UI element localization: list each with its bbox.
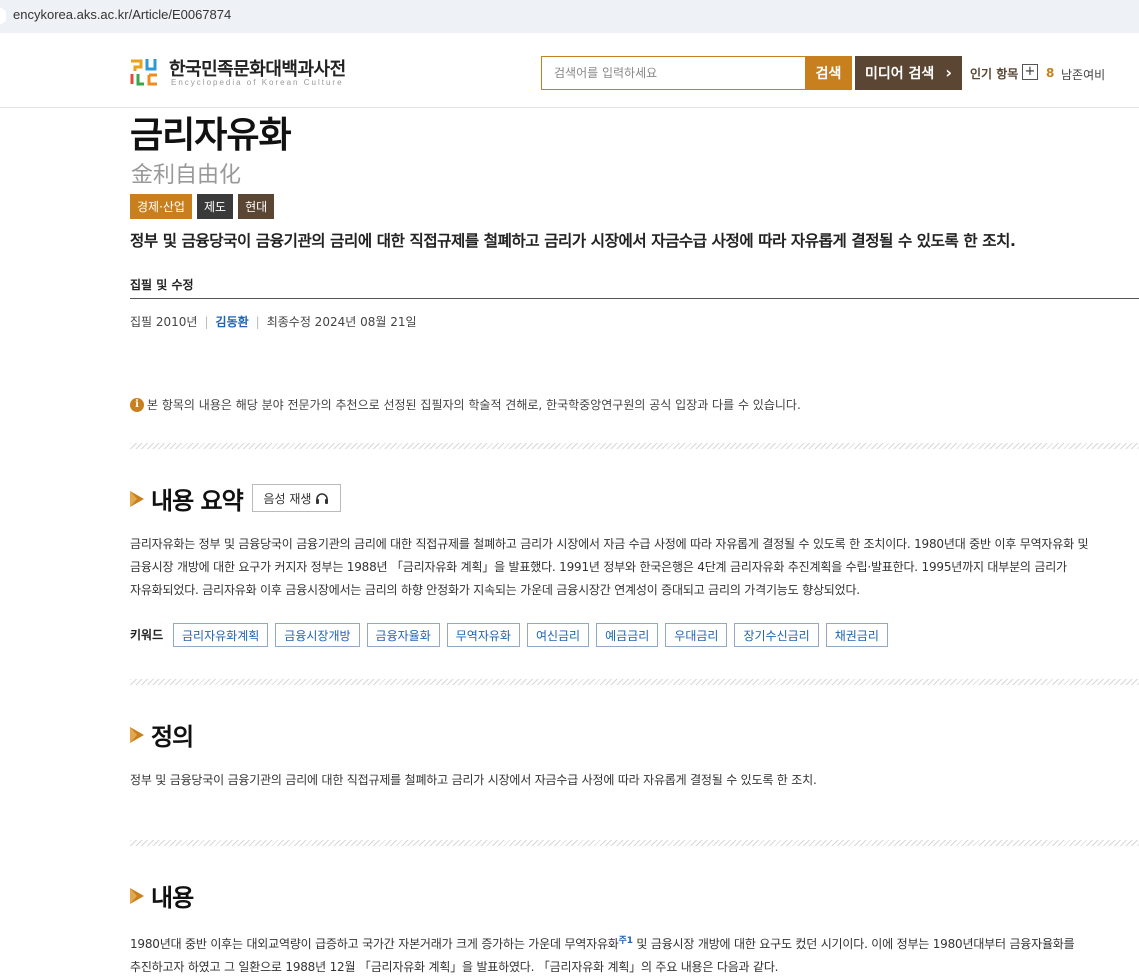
definition-text: 정부 및 금융당국이 금융기관의 금리에 대한 직접규제를 철폐하고 금리가 시… — [130, 773, 817, 787]
keyword-tag[interactable]: 여신금리 — [526, 623, 590, 647]
summary-line: 금리자유화는 정부 및 금융당국이 금융기관의 금리에 대한 직접규제를 철폐하… — [130, 537, 1089, 551]
summary-text: 금리자유화는 정부 및 금융당국이 금융기관의 금리에 대한 직접규제를 철폐하… — [130, 533, 1089, 602]
content-line-part: 및 금융시장 개방에 대한 요구도 컸던 시기이다. 이에 정부는 1980년대… — [632, 937, 1075, 951]
keyword-tag[interactable]: 금리자유화계획 — [173, 623, 269, 647]
section-divider — [130, 679, 1139, 685]
content-line: 1980년대 중반 이후는 대외교역량이 급증하고 국가간 자본거래가 크게 증… — [130, 930, 1075, 956]
category-tags: 경제·산업 제도 현대 — [130, 194, 275, 219]
logo-mark-icon — [130, 59, 157, 86]
section-arrow-icon — [130, 887, 144, 904]
audio-play-button[interactable]: 음성 재생 — [252, 484, 341, 512]
headphones-icon — [316, 493, 329, 504]
definition-heading-text: 정의 — [151, 723, 194, 751]
info-icon: i — [130, 397, 144, 412]
section-divider — [130, 443, 1139, 449]
section-arrow-icon — [130, 726, 144, 743]
popular-item-link[interactable]: 남존여비 — [1061, 66, 1105, 83]
keyword-tag[interactable]: 예금금리 — [596, 623, 659, 647]
keyword-tag[interactable]: 무역자유화 — [446, 623, 520, 647]
summary-line: 금융시장 개방에 대한 요구가 커지자 정부는 1988년 「금리자유화 계획」… — [130, 560, 1067, 574]
disclaimer-notice: i 본 항목의 내용은 해당 분야 전문가의 추천으로 선정된 집필자의 학술적… — [130, 396, 801, 413]
tab-edge — [0, 8, 6, 24]
footnote-link[interactable]: 주1 — [619, 936, 633, 946]
keyword-tag[interactable]: 채권금리 — [825, 623, 888, 647]
keyword-tag[interactable]: 금융시장개방 — [275, 623, 360, 647]
summary-heading: 내용 요약 — [130, 481, 244, 516]
search-box: 검색 — [541, 56, 852, 90]
audio-play-label: 음성 재생 — [263, 491, 312, 506]
author-link[interactable]: 김동환 — [216, 313, 249, 330]
media-search-label: 미디어 검색 — [865, 66, 935, 82]
keyword-tag[interactable]: 우대금리 — [665, 623, 728, 647]
keyword-tag[interactable]: 장기수신금리 — [734, 623, 819, 647]
popular-label: 인기 항목 — [970, 67, 1019, 81]
search-input[interactable] — [542, 57, 804, 89]
keyword-list: 금리자유화계획 금융시장개방 금융자율화 무역자유화 여신금리 예금금리 우대금… — [173, 623, 888, 647]
section-arrow-icon — [130, 490, 144, 507]
edit-divider — [130, 298, 1139, 299]
browser-url-bar[interactable]: encykorea.aks.ac.kr/Article/E0067874 — [0, 0, 1139, 33]
category-tag[interactable]: 현대 — [238, 194, 275, 219]
category-tag[interactable]: 경제·산업 — [130, 194, 192, 219]
edit-heading: 집필 및 수정 — [130, 278, 194, 292]
content-heading-text: 내용 — [151, 884, 194, 912]
content-line-part: 1980년대 중반 이후는 대외교역량이 급증하고 국가간 자본거래가 크게 증… — [130, 937, 619, 951]
disclaimer-text: 본 항목의 내용은 해당 분야 전문가의 추천으로 선정된 집필자의 학술적 견… — [147, 398, 801, 412]
category-tag[interactable]: 제도 — [196, 194, 234, 219]
url-text[interactable]: encykorea.aks.ac.kr/Article/E0067874 — [13, 7, 231, 22]
popular-rank: 8 — [1046, 66, 1055, 80]
search-button[interactable]: 검색 — [805, 56, 852, 90]
section-divider — [130, 840, 1139, 846]
keyword-tag[interactable]: 금융자율화 — [366, 623, 440, 647]
modified-date: 최종수정 2024년 08월 21일 — [266, 315, 417, 329]
separator: | — [204, 314, 209, 329]
summary-line: 자유화되었다. 금리자유화 이후 금융시장에서는 금리의 하향 안정화가 지속되… — [130, 583, 860, 597]
content-line: 추진하고자 하였고 그 일환으로 1988년 12월 「금리자유화 계획」을 발… — [130, 960, 779, 974]
separator: | — [255, 314, 260, 329]
summary-heading-text: 내용 요약 — [151, 487, 244, 515]
logo-subtitle: Encyclopedia of Korean Culture — [171, 78, 344, 87]
chevron-right-icon: › — [945, 63, 952, 82]
article-lead: 정부 및 금융당국이 금융기관의 금리에 대한 직접규제를 철폐하고 금리가 시… — [130, 232, 1016, 250]
content-heading: 내용 — [130, 878, 194, 913]
article-title: 금리자유화 — [130, 115, 292, 156]
site-header: 한국민족문화대백과사전 Encyclopedia of Korean Cultu… — [0, 33, 1139, 108]
site-logo[interactable]: 한국민족문화대백과사전 Encyclopedia of Korean Cultu… — [129, 55, 359, 89]
definition-heading: 정의 — [130, 717, 194, 752]
edit-info: 집필 2010년 | 김동환 | 최종수정 2024년 08월 21일 — [130, 313, 417, 330]
plus-icon[interactable]: + — [1022, 64, 1038, 80]
content-text: 1980년대 중반 이후는 대외교역량이 급증하고 국가간 자본거래가 크게 증… — [130, 930, 1075, 977]
keyword-label: 키워드 — [130, 628, 164, 642]
article-hanja: 金利自由化 — [131, 163, 242, 188]
written-year: 집필 2010년 — [130, 315, 198, 329]
media-search-button[interactable]: 미디어 검색 › — [855, 56, 962, 90]
